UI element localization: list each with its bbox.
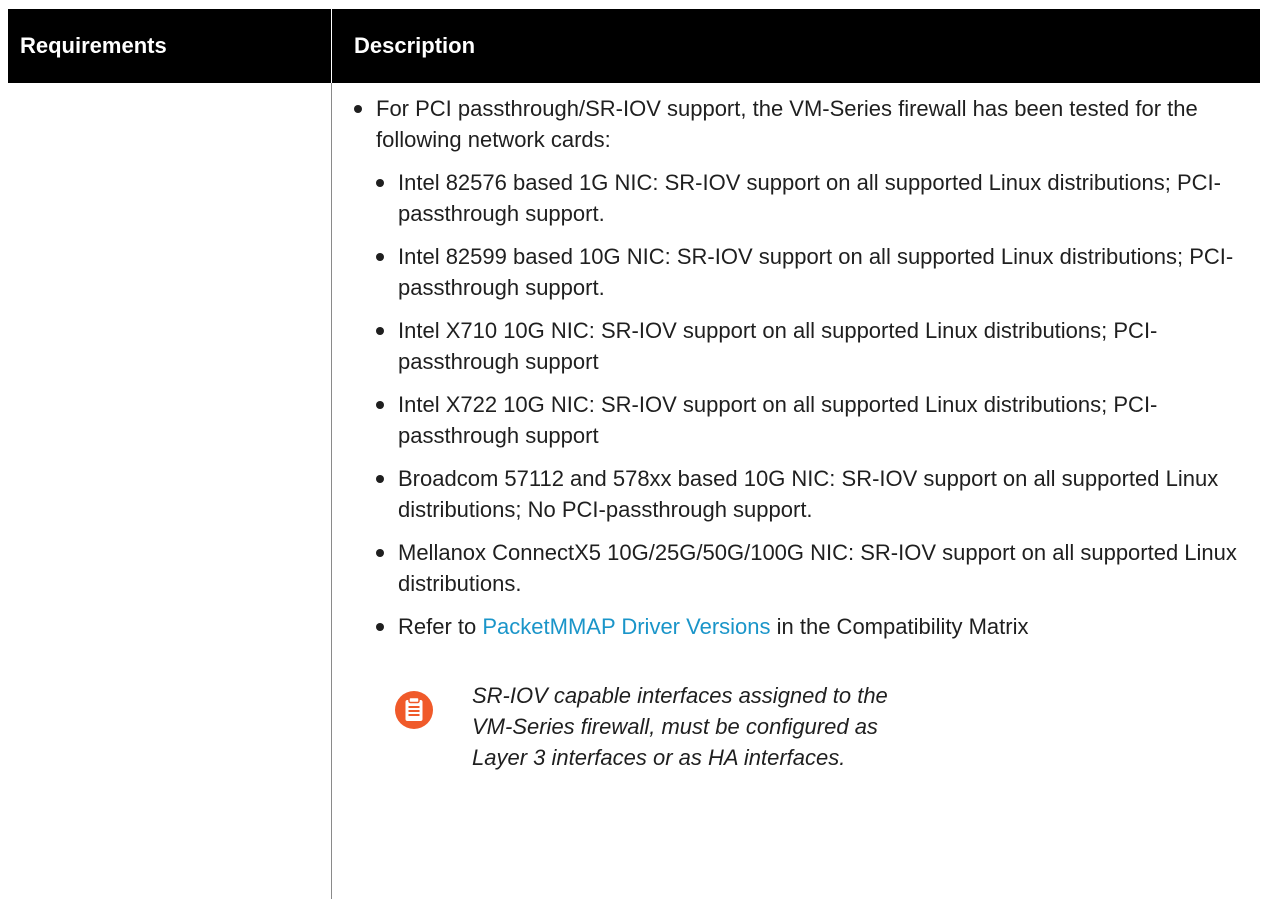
list-item: Mellanox ConnectX5 10G/25G/50G/100G NIC:… <box>376 537 1250 599</box>
note-callout: SR-IOV capable interfaces assigned to th… <box>392 680 1250 773</box>
list-item: Broadcom 57112 and 578xx based 10G NIC: … <box>376 463 1250 525</box>
packetmmap-driver-versions-link[interactable]: PacketMMAP Driver Versions <box>482 614 770 639</box>
bullet-icon <box>376 475 384 483</box>
list-item: Refer to PacketMMAP Driver Versions in t… <box>376 611 1250 642</box>
card-text: Intel 82576 based 1G NIC: SR-IOV support… <box>398 170 1221 226</box>
bullet-icon <box>376 253 384 261</box>
list-item: Intel X710 10G NIC: SR-IOV support on al… <box>376 315 1250 377</box>
clipboard-note-icon <box>395 691 433 729</box>
bullet-icon <box>376 179 384 187</box>
header-description: Description <box>331 9 1260 83</box>
refer-suffix: in the Compatibility Matrix <box>770 614 1029 639</box>
card-text: Intel 82599 based 10G NIC: SR-IOV suppor… <box>398 244 1234 300</box>
note-text: SR-IOV capable interfaces assigned to th… <box>472 683 888 770</box>
table-header-row: Requirements Description <box>8 9 1260 83</box>
refer-text: Refer to PacketMMAP Driver Versions in t… <box>398 611 1029 642</box>
bullet-icon <box>376 623 384 631</box>
list-item: Intel 82599 based 10G NIC: SR-IOV suppor… <box>376 241 1250 303</box>
list-item: Intel 82576 based 1G NIC: SR-IOV support… <box>376 167 1250 229</box>
table-row: For PCI passthrough/SR-IOV support, the … <box>8 83 1260 899</box>
card-text: Mellanox ConnectX5 10G/25G/50G/100G NIC:… <box>398 540 1237 596</box>
list-item: For PCI passthrough/SR-IOV support, the … <box>354 93 1250 155</box>
bullet-icon <box>376 401 384 409</box>
card-text: Broadcom 57112 and 578xx based 10G NIC: … <box>398 466 1219 522</box>
header-requirements: Requirements <box>8 9 332 83</box>
bullet-icon <box>376 549 384 557</box>
network-card-list: Intel 82576 based 1G NIC: SR-IOV support… <box>376 167 1250 773</box>
document-page: Requirements Description For PCI passthr… <box>0 0 1268 899</box>
card-text: Intel X722 10G NIC: SR-IOV support on al… <box>398 392 1158 448</box>
requirements-table: Requirements Description For PCI passthr… <box>8 9 1260 899</box>
card-text: Intel X710 10G NIC: SR-IOV support on al… <box>398 318 1158 374</box>
intro-text: For PCI passthrough/SR-IOV support, the … <box>376 96 1198 152</box>
refer-prefix: Refer to <box>398 614 483 639</box>
requirement-cell <box>8 83 332 899</box>
list-item: Intel X722 10G NIC: SR-IOV support on al… <box>376 389 1250 451</box>
description-cell: For PCI passthrough/SR-IOV support, the … <box>332 83 1261 899</box>
bullet-icon <box>354 105 362 113</box>
bullet-icon <box>376 327 384 335</box>
